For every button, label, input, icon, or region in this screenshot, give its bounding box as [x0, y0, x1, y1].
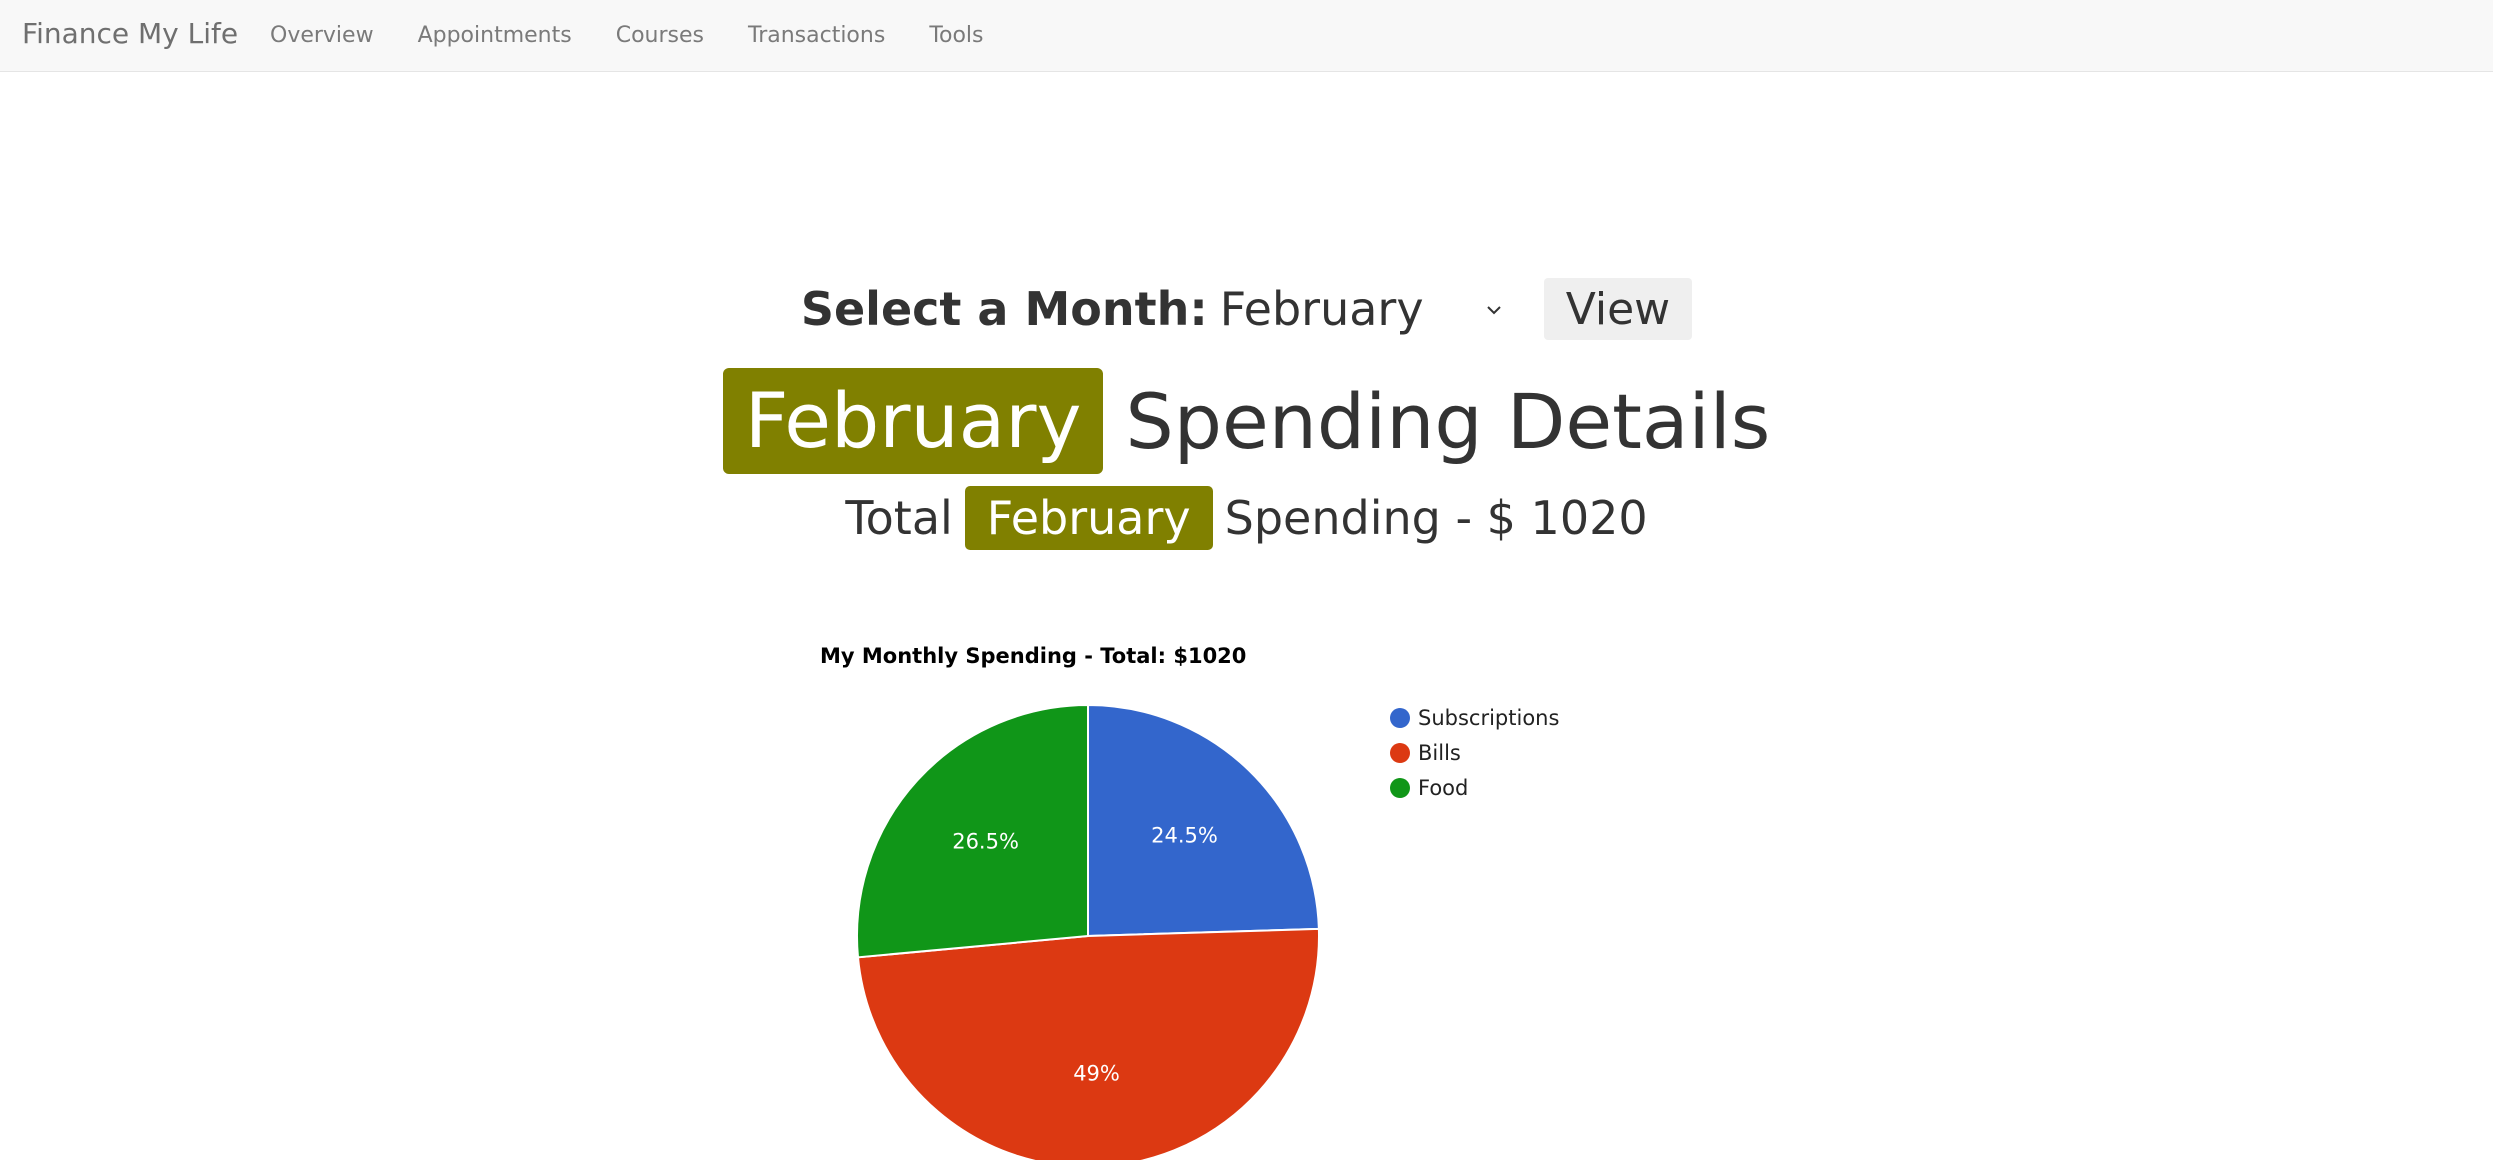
page-title: February Spending Details	[0, 368, 2493, 474]
nav-links: Overview Appointments Courses Transactio…	[270, 23, 984, 48]
month-select-value: February	[1219, 282, 1424, 336]
legend-item-food[interactable]: Food	[1390, 770, 1559, 805]
nav-link-appointments[interactable]: Appointments	[418, 23, 572, 48]
slice-bills-label: 49%	[1073, 1061, 1120, 1085]
month-select-row: Select a Month: February View	[0, 278, 2493, 340]
legend-item-subscriptions[interactable]: Subscriptions	[1390, 700, 1559, 735]
total-suffix: Spending - $ 1020	[1224, 491, 1648, 545]
legend-dot-subscriptions	[1390, 707, 1410, 728]
slice-bills[interactable]	[856, 927, 1320, 1160]
nav-link-tools[interactable]: Tools	[929, 23, 983, 48]
month-select-label: Select a Month:	[800, 282, 1208, 336]
legend-label-food: Food	[1418, 775, 1469, 800]
legend-label-subscriptions: Subscriptions	[1418, 705, 1560, 730]
legend-dot-bills	[1390, 742, 1410, 763]
brand-link[interactable]: Finance My Life	[22, 17, 238, 50]
view-button[interactable]: View	[1543, 278, 1693, 340]
total-month-badge: February	[964, 486, 1213, 550]
legend-item-bills[interactable]: Bills	[1390, 735, 1559, 770]
pie-svg: 24.5% 49% 26.5%	[856, 703, 1320, 1160]
chevron-down-icon	[1487, 306, 1501, 315]
slice-subscriptions[interactable]	[1087, 703, 1320, 938]
nav-link-courses[interactable]: Courses	[616, 23, 704, 48]
page-title-text: Spending Details	[1125, 376, 1771, 466]
legend-label-bills: Bills	[1418, 740, 1461, 765]
slice-food-label: 26.5%	[952, 830, 1019, 854]
month-select[interactable]: February	[1220, 278, 1532, 340]
legend-dot-food	[1390, 777, 1410, 798]
navbar: Finance My Life Overview Appointments Co…	[0, 0, 2493, 72]
total-prefix: Total	[845, 491, 953, 545]
spending-pie-chart: My Monthly Spending - Total: $1020 24.5%…	[800, 620, 1600, 1160]
slice-subscriptions-label: 24.5%	[1151, 823, 1218, 847]
nav-link-transactions[interactable]: Transactions	[748, 23, 885, 48]
month-badge: February	[722, 368, 1104, 474]
total-spending-heading: Total February Spending - $ 1020	[0, 486, 2493, 550]
nav-link-overview[interactable]: Overview	[270, 23, 374, 48]
chart-legend: Subscriptions Bills Food	[1390, 700, 1559, 805]
